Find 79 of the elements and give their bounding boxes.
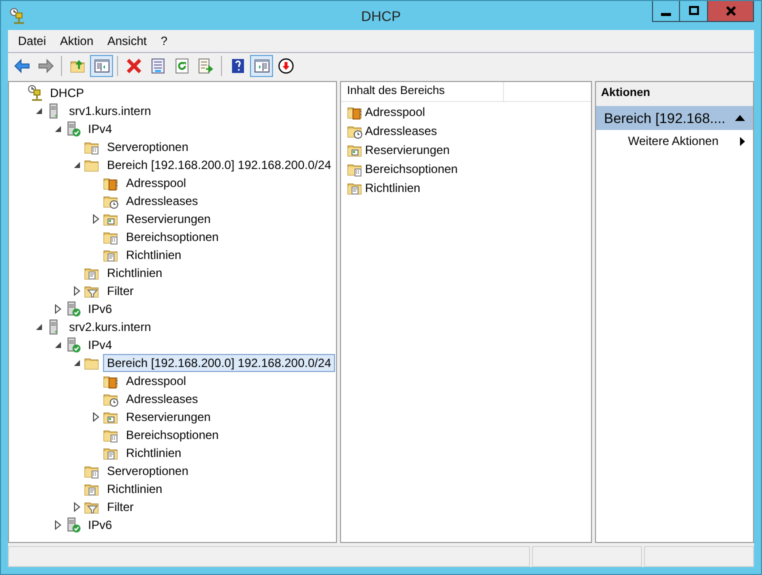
tree-item[interactable]: srv2.kurs.intern: [65, 318, 156, 336]
properties-icon: [150, 58, 166, 74]
tree-item[interactable]: Reservierungen: [122, 210, 215, 228]
list-item[interactable]: Reservierungen: [365, 142, 450, 156]
minimize-button[interactable]: [652, 1, 680, 22]
collapsed-arrow-icon[interactable]: [54, 520, 62, 530]
collapsed-arrow-icon[interactable]: [73, 286, 81, 296]
actions-header: Aktionen: [596, 82, 753, 106]
menu-item[interactable]: Ansicht: [100, 32, 154, 50]
list-item[interactable]: Bereichsoptionen: [365, 162, 458, 176]
expanded-arrow-icon[interactable]: [54, 125, 62, 133]
tree-item[interactable]: Reservierungen: [122, 408, 215, 426]
menu-item[interactable]: Aktion: [53, 32, 100, 50]
column-header[interactable]: Inhalt des Bereichs: [341, 82, 504, 101]
tree-item[interactable]: Adressleases: [122, 390, 202, 408]
tree-item[interactable]: Serveroptionen: [103, 138, 192, 156]
expanded-arrow-icon[interactable]: [35, 107, 43, 115]
tree-item[interactable]: IPv4: [84, 336, 116, 354]
expanded-arrow-icon[interactable]: [73, 161, 81, 169]
tree-item[interactable]: Adresspool: [122, 372, 190, 390]
tree-item[interactable]: Bereich [192.168.200.0] 192.168.200.0/24: [103, 354, 336, 372]
maximize-button[interactable]: [680, 1, 708, 22]
actions-section-header[interactable]: Bereich [192.168....: [596, 106, 753, 130]
forward-arrow-icon: [38, 58, 54, 74]
close-icon: [724, 5, 736, 17]
section-title: Bereich [192.168....: [604, 110, 726, 126]
toolbar-button[interactable]: [250, 55, 273, 77]
list-item[interactable]: Adresspool: [365, 104, 426, 118]
tree-item[interactable]: IPv6: [84, 300, 116, 318]
collapsed-arrow-icon[interactable]: [54, 304, 62, 314]
server-check-icon: [65, 301, 81, 317]
server-check-icon: [65, 517, 81, 533]
back-arrow-icon: [14, 58, 30, 74]
list-item[interactable]: Richtlinien: [365, 180, 420, 194]
tree-item[interactable]: srv1.kurs.intern: [65, 102, 156, 120]
close-button[interactable]: [708, 1, 754, 22]
tree-item[interactable]: Adressleases: [122, 192, 202, 210]
tree-item[interactable]: IPv6: [84, 516, 116, 534]
tree-item[interactable]: Richtlinien: [103, 480, 166, 498]
collapsed-arrow-icon[interactable]: [92, 412, 100, 422]
delete-icon: [126, 58, 142, 74]
tree-item[interactable]: Filter: [103, 282, 138, 300]
tree-item[interactable]: Bereichsoptionen: [122, 228, 223, 246]
tree-item[interactable]: Richtlinien: [122, 246, 186, 264]
tree-item[interactable]: DHCP: [46, 84, 88, 102]
menu-item[interactable]: Datei: [11, 32, 54, 50]
folder-up-icon: [70, 58, 86, 74]
dhcp-icon: [27, 85, 43, 101]
collapsed-arrow-icon[interactable]: [92, 214, 100, 224]
refresh-icon: [174, 58, 190, 74]
minimize-icon: [661, 13, 671, 16]
tree-item[interactable]: Serveroptionen: [103, 462, 192, 480]
help-icon: [230, 58, 246, 74]
tree-item[interactable]: Adresspool: [122, 174, 190, 192]
tree-item[interactable]: IPv4: [84, 120, 116, 138]
list-item[interactable]: Adressleases: [365, 124, 438, 138]
export-list-icon: [198, 58, 214, 74]
panel-left-icon: [94, 58, 110, 74]
menu-item[interactable]: ?: [154, 32, 174, 50]
down-arrow-circle-icon: [278, 58, 294, 74]
toolbar-button[interactable]: [90, 55, 113, 77]
window-title: DHCP: [361, 8, 401, 24]
panel-right-icon: [254, 58, 270, 74]
server-check-icon: [65, 121, 81, 137]
expanded-arrow-icon[interactable]: [73, 359, 81, 367]
right-triangle-icon: [740, 136, 745, 146]
server-check-icon: [65, 337, 81, 353]
expanded-arrow-icon[interactable]: [35, 323, 43, 331]
tree-item[interactable]: Richtlinien: [103, 264, 166, 282]
tree-item[interactable]: Bereichsoptionen: [122, 426, 223, 444]
collapsed-arrow-icon[interactable]: [73, 502, 81, 512]
up-triangle-icon[interactable]: [735, 115, 745, 121]
tree-item[interactable]: Bereich [192.168.200.0] 192.168.200.0/24: [103, 156, 336, 174]
action-link[interactable]: Weitere Aktionen: [628, 134, 718, 148]
tree-item[interactable]: Filter: [103, 498, 138, 516]
expanded-arrow-icon[interactable]: [54, 341, 62, 349]
maximize-icon: [688, 5, 700, 17]
app-icon: [9, 8, 25, 24]
tree-item[interactable]: Richtlinien: [122, 444, 186, 462]
